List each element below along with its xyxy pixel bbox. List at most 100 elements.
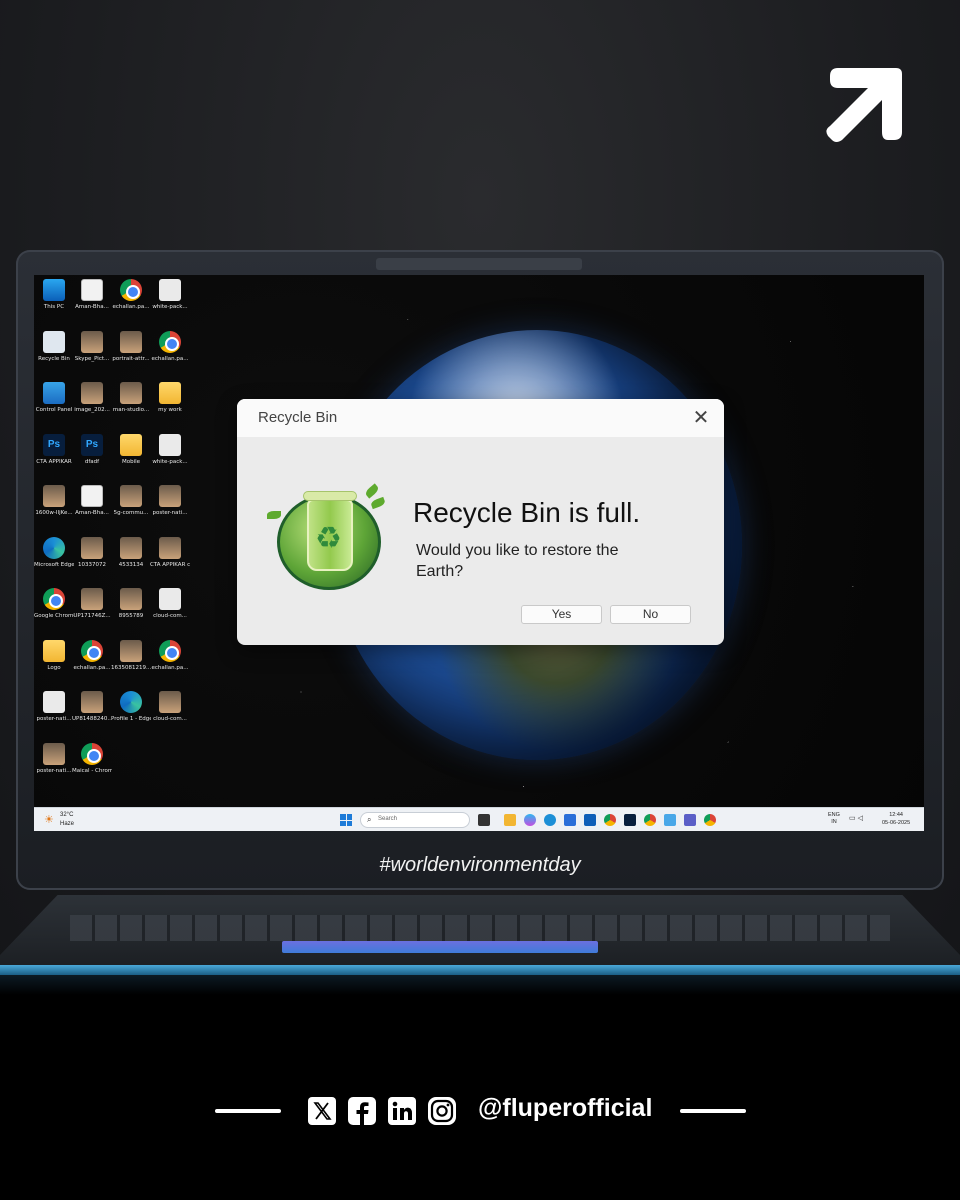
rim-shadow (0, 975, 960, 995)
file-explorer-icon[interactable] (504, 814, 516, 826)
desktop-icon-label: echallan.pa... (73, 664, 111, 671)
teams-icon[interactable] (684, 814, 696, 826)
photoshop-icon[interactable] (624, 814, 636, 826)
desktop-icon-label: 8955789 (118, 613, 144, 619)
instagram-icon[interactable] (427, 1096, 457, 1126)
desktop-icon-label: Aman-Bha... (75, 304, 109, 310)
windows-start-icon[interactable] (340, 814, 352, 826)
desktop-icon[interactable]: Mobile (111, 433, 151, 466)
desktop-icon[interactable]: echallan.pa... (150, 330, 190, 363)
image-icon (120, 330, 142, 353)
desktop-icon-label: image_202... (74, 407, 110, 413)
desktop-icon[interactable]: cloud-com... (150, 691, 190, 723)
desktop-icon[interactable]: man-studio... (111, 382, 151, 414)
file-icon (159, 433, 181, 456)
desktop-icon[interactable]: my work (150, 382, 190, 414)
edge-icon[interactable] (544, 814, 556, 826)
desktop-icon[interactable]: echallan.pa... (72, 639, 112, 672)
taskbar-search[interactable]: ⌕ Search (360, 812, 470, 828)
desktop-icon[interactable]: 4533134 (111, 536, 151, 569)
store-icon[interactable] (564, 814, 576, 826)
language-indicator[interactable]: ENG IN (828, 812, 840, 826)
desktop-icon[interactable]: Aman-Bha... (72, 485, 112, 517)
desktop-icon-label: 4533134 (118, 561, 144, 568)
desktop-icon[interactable]: 1635081219... (111, 639, 151, 672)
desktop-icon-label: white-pack... (152, 304, 188, 310)
document-icon (81, 279, 103, 301)
time: 12:44 (889, 812, 903, 818)
desktop-icon[interactable]: echallan.pa... (150, 639, 190, 672)
image-icon (120, 639, 142, 662)
desktop-icon-label: 5g-commu... (113, 510, 149, 516)
chrome-icon (81, 742, 103, 765)
desktop-icon[interactable]: 8955789 (111, 588, 151, 620)
x-icon[interactable] (307, 1096, 337, 1126)
desktop-icon[interactable]: image_202... (72, 382, 112, 414)
lang-code: ENG (828, 812, 840, 818)
desktop-icon[interactable]: Google Chrome (34, 588, 74, 620)
no-button[interactable]: No (610, 605, 691, 624)
bin-lid (303, 491, 357, 501)
chrome-icon (81, 639, 103, 662)
desktop-icon-label: poster-nati... (36, 767, 72, 774)
desktop-icon[interactable]: 10337072 (72, 536, 112, 569)
desktop-icon[interactable]: poster-nati... (34, 691, 74, 723)
chrome-profile-2-icon[interactable] (704, 814, 716, 826)
file-icon (43, 691, 65, 713)
notepad-icon[interactable] (664, 814, 676, 826)
dialog-heading: Recycle Bin is full. (413, 497, 641, 528)
weather-temp: 32°C (60, 812, 74, 818)
desktop-icon[interactable]: UP171746Z... (72, 588, 112, 620)
outlook-icon[interactable] (584, 814, 596, 826)
footer-divider-left (215, 1109, 281, 1113)
dialog-titlebar[interactable]: Recycle Bin ✕ (237, 399, 724, 437)
desktop-icon[interactable]: poster-nati... (150, 485, 190, 517)
chrome-icon (159, 639, 181, 662)
desktop-icon[interactable]: Ps dfadf (72, 433, 112, 466)
desktop-icon[interactable]: 1600w-IIjKe... (34, 485, 74, 517)
chrome-icon (159, 330, 181, 353)
desktop-icon[interactable]: 5g-commu... (111, 485, 151, 517)
volume-icon: ◁ (857, 815, 866, 822)
weather-icon[interactable]: ☀ (44, 813, 54, 826)
desktop-icon[interactable]: portrait-attr... (111, 330, 151, 363)
desktop-icon[interactable]: white-pack... (150, 279, 190, 311)
task-view-icon[interactable] (478, 814, 490, 826)
desktop-icon-label: white-pack... (152, 458, 188, 465)
desktop-icon[interactable]: Control Panel (34, 382, 74, 414)
desktop-icon[interactable]: This PC (34, 279, 74, 311)
desktop-icon[interactable]: white-pack... (150, 433, 190, 466)
chrome-icon[interactable] (604, 814, 616, 826)
folder-icon (159, 382, 181, 404)
desktop-icon-label: UP81488240... (72, 716, 112, 722)
desktop-icon[interactable]: Profile 1 - Edge (111, 691, 151, 723)
desktop-icon[interactable]: echallan.pa... (111, 279, 151, 311)
desktop-icon-label: poster-nati... (36, 716, 72, 722)
leaf-icon (364, 483, 380, 499)
desktop-icon-label: Mobile (121, 458, 141, 465)
yes-button[interactable]: Yes (521, 605, 602, 624)
linkedin-icon[interactable] (387, 1096, 417, 1126)
clock[interactable]: 12:44 05-06-2025 (882, 811, 910, 827)
desktop-icon[interactable]: Maical - Chrome (72, 742, 112, 775)
desktop-icon[interactable]: Aman-Bha... (72, 279, 112, 311)
desktop-icon[interactable]: Recycle Bin (34, 330, 74, 363)
desktop-icon-label: This PC (43, 304, 65, 310)
desktop-icon-label: UP171746Z... (73, 613, 111, 619)
desktop-icon[interactable]: Skype_Pict... (72, 330, 112, 363)
social-handle[interactable]: @fluperofficial (478, 1094, 652, 1123)
desktop-icon[interactable]: cloud-com... (150, 588, 190, 620)
facebook-icon[interactable] (347, 1096, 377, 1126)
desktop-icon[interactable]: poster-nati... (34, 742, 74, 775)
desktop-icon[interactable]: Logo (34, 639, 74, 672)
close-icon[interactable]: ✕ (689, 406, 713, 430)
copilot-icon[interactable] (524, 814, 536, 826)
desktop-icon[interactable]: Microsoft Edge (34, 536, 74, 569)
image-icon (43, 485, 65, 507)
desktop-icon[interactable]: CTA APPIKAR copy (150, 536, 190, 569)
desktop-icon[interactable]: UP81488240... (72, 691, 112, 723)
desktop-icon[interactable]: Ps CTA APPIKAR (34, 433, 74, 466)
chrome-profile-icon[interactable] (644, 814, 656, 826)
tray-icons[interactable]: ▭◁ (849, 814, 865, 822)
document-icon (81, 485, 103, 507)
